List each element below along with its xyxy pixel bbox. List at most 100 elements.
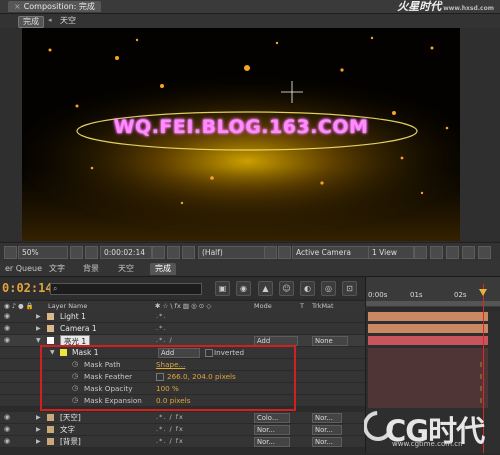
layer-bar[interactable] (368, 312, 488, 321)
expand-triangle-icon[interactable]: ▶ (36, 424, 41, 435)
trkmat-dropdown[interactable]: None (312, 336, 348, 346)
grid-icon[interactable] (85, 246, 98, 259)
exposure-icon[interactable] (478, 246, 491, 259)
composition-tab-bar: × Composition: 完成 火星时代 www.hxsd.com (0, 0, 500, 14)
ruler-tick-label: 01s (410, 291, 423, 299)
label-color-swatch[interactable] (47, 414, 54, 421)
draft-3d-icon[interactable]: ▲ (258, 281, 273, 296)
current-time[interactable]: 0:02:14 (2, 281, 53, 295)
expand-triangle-icon[interactable]: ▶ (36, 436, 41, 447)
visibility-icon[interactable]: ◉ (4, 312, 10, 320)
column-t: T (300, 302, 304, 310)
column-mode[interactable]: Mode (254, 302, 272, 310)
fast-previews-icon[interactable] (430, 246, 443, 259)
composition-tab-title: Composition: 完成 (23, 2, 95, 11)
comp-mini-flowchart-icon[interactable]: ▣ (215, 281, 230, 296)
breadcrumb-item-active[interactable]: 完成 (18, 16, 44, 28)
frame-blending-icon[interactable]: ◐ (300, 281, 315, 296)
view-layout-dropdown[interactable]: 1 View (368, 246, 414, 259)
visibility-icon[interactable]: ◉ (4, 336, 10, 344)
snapshot-icon[interactable] (152, 246, 165, 259)
playhead-handle-icon[interactable] (479, 289, 487, 296)
visibility-icon[interactable]: ◉ (4, 324, 10, 332)
trkmat-dropdown[interactable]: Nor... (312, 413, 342, 423)
layer-bar[interactable] (368, 324, 488, 333)
layer-name: 文字 (60, 425, 75, 434)
viewer-title-text: WQ.FEI.BLOG.163.COM (113, 116, 369, 138)
expand-triangle-icon[interactable]: ▶ (36, 412, 41, 423)
composition-viewer[interactable]: WQ.FEI.BLOG.163.COM (22, 28, 460, 241)
region-of-interest-icon[interactable] (264, 246, 277, 259)
breadcrumb: 完成 ◂ 天空 (0, 14, 500, 28)
expand-triangle-icon[interactable]: ▶ (36, 323, 41, 334)
graph-editor-icon[interactable]: ⊡ (342, 281, 357, 296)
color-channel-icon[interactable] (182, 246, 195, 259)
column-layer-name[interactable]: Layer Name (48, 302, 87, 310)
av-features-icon: ◉ ♪ ● 🔒 (4, 302, 34, 310)
viewer-gutter-left (0, 28, 22, 241)
layer-switches[interactable]: .*. / fx (156, 437, 184, 446)
timeline-icon[interactable] (446, 246, 459, 259)
label-color-swatch[interactable] (47, 325, 54, 332)
label-color-swatch[interactable] (47, 313, 54, 320)
visibility-icon[interactable]: ◉ (4, 437, 10, 445)
close-icon[interactable]: × (14, 2, 21, 11)
expand-triangle-icon[interactable]: ▶ (36, 311, 41, 322)
layer-row[interactable]: ◉ ▶ Light 1 .*. (0, 311, 365, 323)
search-icon: ⌕ (53, 284, 58, 293)
tab-render-queue[interactable]: er Queue (0, 263, 47, 275)
layer-row[interactable]: ◉ ▶ [天空] .*. / fx Colo... Nor... (0, 412, 365, 424)
layer-name: [天空] (60, 413, 81, 422)
layer-switches[interactable]: .*. / fx (156, 425, 184, 434)
layer-switches[interactable]: .*. (156, 312, 166, 321)
blend-mode-dropdown[interactable]: Colo... (254, 413, 290, 423)
layer-switches[interactable]: .*. / fx (156, 413, 184, 422)
column-trkmat[interactable]: TrkMat (312, 302, 334, 310)
layer-row[interactable]: ◉ ▶ 文字 .*. / fx Nor... Nor... (0, 424, 365, 436)
watermark-url: www.cgtime.com.cn (392, 440, 463, 448)
visibility-icon[interactable]: ◉ (4, 425, 10, 433)
breadcrumb-item[interactable]: 天空 (56, 16, 80, 26)
live-update-icon[interactable]: ◉ (236, 281, 251, 296)
blend-mode-dropdown[interactable]: Nor... (254, 437, 290, 447)
label-color-swatch[interactable] (47, 426, 54, 433)
keyframe-icon[interactable]: I (480, 361, 482, 369)
always-preview-icon[interactable] (4, 246, 17, 259)
visibility-icon[interactable]: ◉ (4, 413, 10, 421)
zoom-dropdown[interactable]: 50% (18, 246, 68, 259)
layer-switches[interactable]: .*. (156, 324, 166, 333)
safe-margins-icon[interactable] (70, 246, 83, 259)
camera-dropdown[interactable]: Active Camera (292, 246, 370, 259)
toggle-pixel-aspect-icon[interactable] (414, 246, 427, 259)
brand-logo-text: 火星时代 (397, 0, 442, 13)
tab-final[interactable]: 完成 (150, 263, 176, 275)
flowchart-icon[interactable] (462, 246, 475, 259)
motion-blur-icon[interactable]: ◎ (321, 281, 336, 296)
layer-bar-selected[interactable] (368, 336, 488, 345)
shy-icon[interactable]: ☺ (279, 281, 294, 296)
label-color-swatch[interactable] (47, 438, 54, 445)
layer-switches[interactable]: .*. / (156, 336, 173, 345)
search-input[interactable] (50, 283, 202, 295)
tab-background[interactable]: 背景 (78, 263, 104, 275)
layer-row[interactable]: ◉ ▶ [背景] .*. / fx Nor... Nor... (0, 436, 365, 448)
layer-row[interactable]: ◉ ▶ Camera 1 .*. (0, 323, 365, 335)
layer-name: Camera 1 (60, 324, 97, 333)
timeline-tab-bar: er Queue 文字 背景 天空 完成 (0, 261, 500, 277)
blend-mode-dropdown[interactable]: Nor... (254, 425, 290, 435)
work-area-bar[interactable] (366, 301, 500, 306)
label-color-swatch[interactable] (47, 337, 54, 344)
trkmat-dropdown[interactable]: Nor... (312, 437, 342, 447)
timecode-display[interactable]: 0:00:02:14 (100, 246, 152, 259)
composition-tab[interactable]: × Composition: 完成 (8, 1, 101, 12)
show-snapshot-icon[interactable] (167, 246, 180, 259)
transparency-grid-icon[interactable] (278, 246, 291, 259)
keyframe-icon[interactable]: I (480, 385, 482, 393)
viewer-gutter-right (460, 28, 500, 241)
keyframe-icon[interactable]: I (480, 373, 482, 381)
ruler-tick-label: 02s (454, 291, 467, 299)
tab-sky[interactable]: 天空 (113, 263, 139, 275)
tab-text[interactable]: 文字 (44, 263, 70, 275)
resolution-dropdown[interactable]: (Half) (198, 246, 266, 259)
trkmat-dropdown[interactable]: Nor... (312, 425, 342, 435)
